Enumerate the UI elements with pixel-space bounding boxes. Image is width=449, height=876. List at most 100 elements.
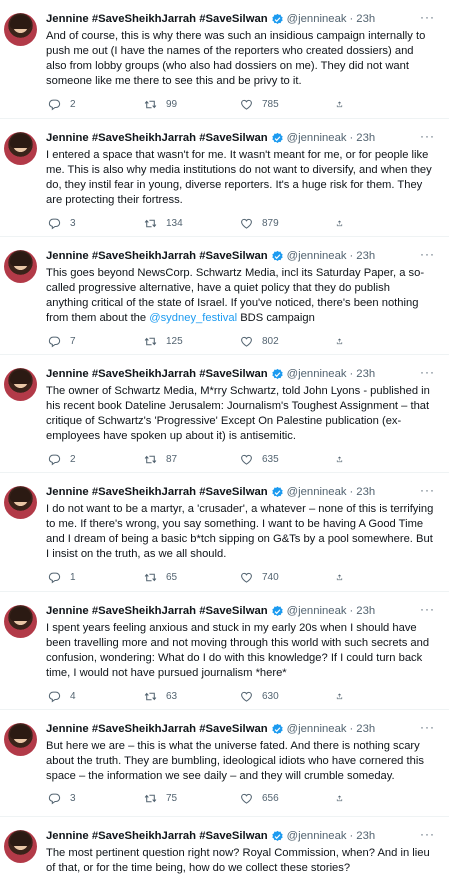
reply-button[interactable]: 7 bbox=[48, 335, 144, 348]
like-icon bbox=[240, 335, 253, 348]
tweet[interactable]: Jennine #SaveSheikhJarrah #SaveSilwan @j… bbox=[0, 592, 449, 710]
share-button[interactable] bbox=[336, 792, 352, 805]
timestamp[interactable]: 23h bbox=[356, 250, 375, 262]
share-button[interactable] bbox=[336, 335, 352, 348]
reply-icon bbox=[48, 792, 61, 805]
reply-button[interactable]: 2 bbox=[48, 98, 144, 111]
retweet-icon bbox=[144, 98, 157, 111]
author-handle[interactable]: @jennineak bbox=[287, 13, 347, 25]
share-button[interactable] bbox=[336, 571, 352, 584]
avatar[interactable] bbox=[4, 132, 37, 165]
like-count: 879 bbox=[262, 217, 279, 229]
more-icon[interactable]: ··· bbox=[420, 366, 435, 378]
author-handle[interactable]: @jennineak bbox=[287, 605, 347, 617]
avatar[interactable] bbox=[4, 368, 37, 401]
verified-badge-icon bbox=[271, 605, 284, 618]
share-button[interactable] bbox=[336, 98, 352, 111]
reply-button[interactable]: 3 bbox=[48, 792, 144, 805]
like-button[interactable]: 635 bbox=[240, 453, 336, 466]
like-button[interactable]: 785 bbox=[240, 98, 336, 111]
author-handle[interactable]: @jennineak bbox=[287, 250, 347, 262]
retweet-button[interactable]: 125 bbox=[144, 335, 240, 348]
more-icon[interactable]: ··· bbox=[420, 828, 435, 840]
like-button[interactable]: 879 bbox=[240, 217, 336, 230]
like-icon bbox=[240, 98, 253, 111]
timestamp[interactable]: 23h bbox=[356, 13, 375, 25]
author-name[interactable]: Jennine #SaveSheikhJarrah #SaveSilwan bbox=[46, 605, 268, 617]
timestamp[interactable]: 23h bbox=[356, 486, 375, 498]
tweet[interactable]: Jennine #SaveSheikhJarrah #SaveSilwan @j… bbox=[0, 473, 449, 592]
retweet-button[interactable]: 134 bbox=[144, 217, 240, 230]
tweet-text: The owner of Schwartz Media, M*rry Schwa… bbox=[46, 385, 430, 443]
author-handle[interactable]: @jennineak bbox=[287, 486, 347, 498]
share-button[interactable] bbox=[336, 217, 352, 230]
like-icon bbox=[240, 217, 253, 230]
tweet-header: Jennine #SaveSheikhJarrah #SaveSilwan @j… bbox=[46, 484, 435, 500]
author-name[interactable]: Jennine #SaveSheikhJarrah #SaveSilwan bbox=[46, 250, 268, 262]
avatar[interactable] bbox=[4, 250, 37, 283]
retweet-count: 75 bbox=[166, 792, 178, 804]
timestamp[interactable]: 23h bbox=[356, 132, 375, 144]
share-button[interactable] bbox=[336, 453, 352, 466]
retweet-button[interactable]: 63 bbox=[144, 690, 240, 703]
reply-button[interactable]: 1 bbox=[48, 571, 144, 584]
tweet-header: Jennine #SaveSheikhJarrah #SaveSilwan @j… bbox=[46, 130, 435, 146]
reply-button[interactable]: 3 bbox=[48, 217, 144, 230]
tweet[interactable]: Jennine #SaveSheikhJarrah #SaveSilwan @j… bbox=[0, 0, 449, 119]
like-count: 656 bbox=[262, 792, 279, 804]
reply-count: 4 bbox=[70, 690, 76, 702]
tweet-text: And of course, this is why there was suc… bbox=[46, 30, 426, 88]
like-button[interactable]: 802 bbox=[240, 335, 336, 348]
author-name[interactable]: Jennine #SaveSheikhJarrah #SaveSilwan bbox=[46, 132, 268, 144]
separator: · bbox=[349, 830, 354, 842]
more-icon[interactable]: ··· bbox=[420, 484, 435, 496]
tweet[interactable]: Jennine #SaveSheikhJarrah #SaveSilwan @j… bbox=[0, 817, 449, 875]
author-name[interactable]: Jennine #SaveSheikhJarrah #SaveSilwan bbox=[46, 486, 268, 498]
retweet-button[interactable]: 65 bbox=[144, 571, 240, 584]
like-button[interactable]: 656 bbox=[240, 792, 336, 805]
tweet-header: Jennine #SaveSheikhJarrah #SaveSilwan @j… bbox=[46, 828, 435, 844]
like-button[interactable]: 630 bbox=[240, 690, 336, 703]
author-name[interactable]: Jennine #SaveSheikhJarrah #SaveSilwan bbox=[46, 830, 268, 842]
retweet-button[interactable]: 75 bbox=[144, 792, 240, 805]
reply-icon bbox=[48, 335, 61, 348]
avatar[interactable] bbox=[4, 605, 37, 638]
author-name[interactable]: Jennine #SaveSheikhJarrah #SaveSilwan bbox=[46, 13, 268, 25]
share-icon bbox=[336, 571, 343, 584]
more-icon[interactable]: ··· bbox=[420, 248, 435, 260]
author-handle[interactable]: @jennineak bbox=[287, 368, 347, 380]
timestamp[interactable]: 23h bbox=[356, 830, 375, 842]
reply-icon bbox=[48, 98, 61, 111]
tweet[interactable]: Jennine #SaveSheikhJarrah #SaveSilwan @j… bbox=[0, 119, 449, 237]
author-handle[interactable]: @jennineak bbox=[287, 723, 347, 735]
more-icon[interactable]: ··· bbox=[420, 603, 435, 615]
retweet-button[interactable]: 99 bbox=[144, 98, 240, 111]
share-button[interactable] bbox=[336, 690, 352, 703]
tweet[interactable]: Jennine #SaveSheikhJarrah #SaveSilwan @j… bbox=[0, 710, 449, 817]
avatar[interactable] bbox=[4, 486, 37, 519]
reply-button[interactable]: 2 bbox=[48, 453, 144, 466]
author-handle[interactable]: @jennineak bbox=[287, 132, 347, 144]
avatar[interactable] bbox=[4, 723, 37, 756]
avatar[interactable] bbox=[4, 13, 37, 46]
share-icon bbox=[336, 217, 343, 230]
author-name[interactable]: Jennine #SaveSheikhJarrah #SaveSilwan bbox=[46, 723, 268, 735]
avatar[interactable] bbox=[4, 830, 37, 863]
tweet[interactable]: Jennine #SaveSheikhJarrah #SaveSilwan @j… bbox=[0, 355, 449, 473]
timestamp[interactable]: 23h bbox=[356, 368, 375, 380]
author-name[interactable]: Jennine #SaveSheikhJarrah #SaveSilwan bbox=[46, 368, 268, 380]
tweet[interactable]: Jennine #SaveSheikhJarrah #SaveSilwan @j… bbox=[0, 237, 449, 355]
more-icon[interactable]: ··· bbox=[420, 130, 435, 142]
more-icon[interactable]: ··· bbox=[420, 721, 435, 733]
reply-icon bbox=[48, 217, 61, 230]
separator: · bbox=[349, 132, 354, 144]
reply-button[interactable]: 4 bbox=[48, 690, 144, 703]
timestamp[interactable]: 23h bbox=[356, 605, 375, 617]
verified-badge-icon bbox=[271, 13, 284, 26]
mention-link[interactable]: @sydney_festival bbox=[149, 312, 237, 324]
timestamp[interactable]: 23h bbox=[356, 723, 375, 735]
like-button[interactable]: 740 bbox=[240, 571, 336, 584]
more-icon[interactable]: ··· bbox=[420, 11, 435, 23]
author-handle[interactable]: @jennineak bbox=[287, 830, 347, 842]
retweet-button[interactable]: 87 bbox=[144, 453, 240, 466]
